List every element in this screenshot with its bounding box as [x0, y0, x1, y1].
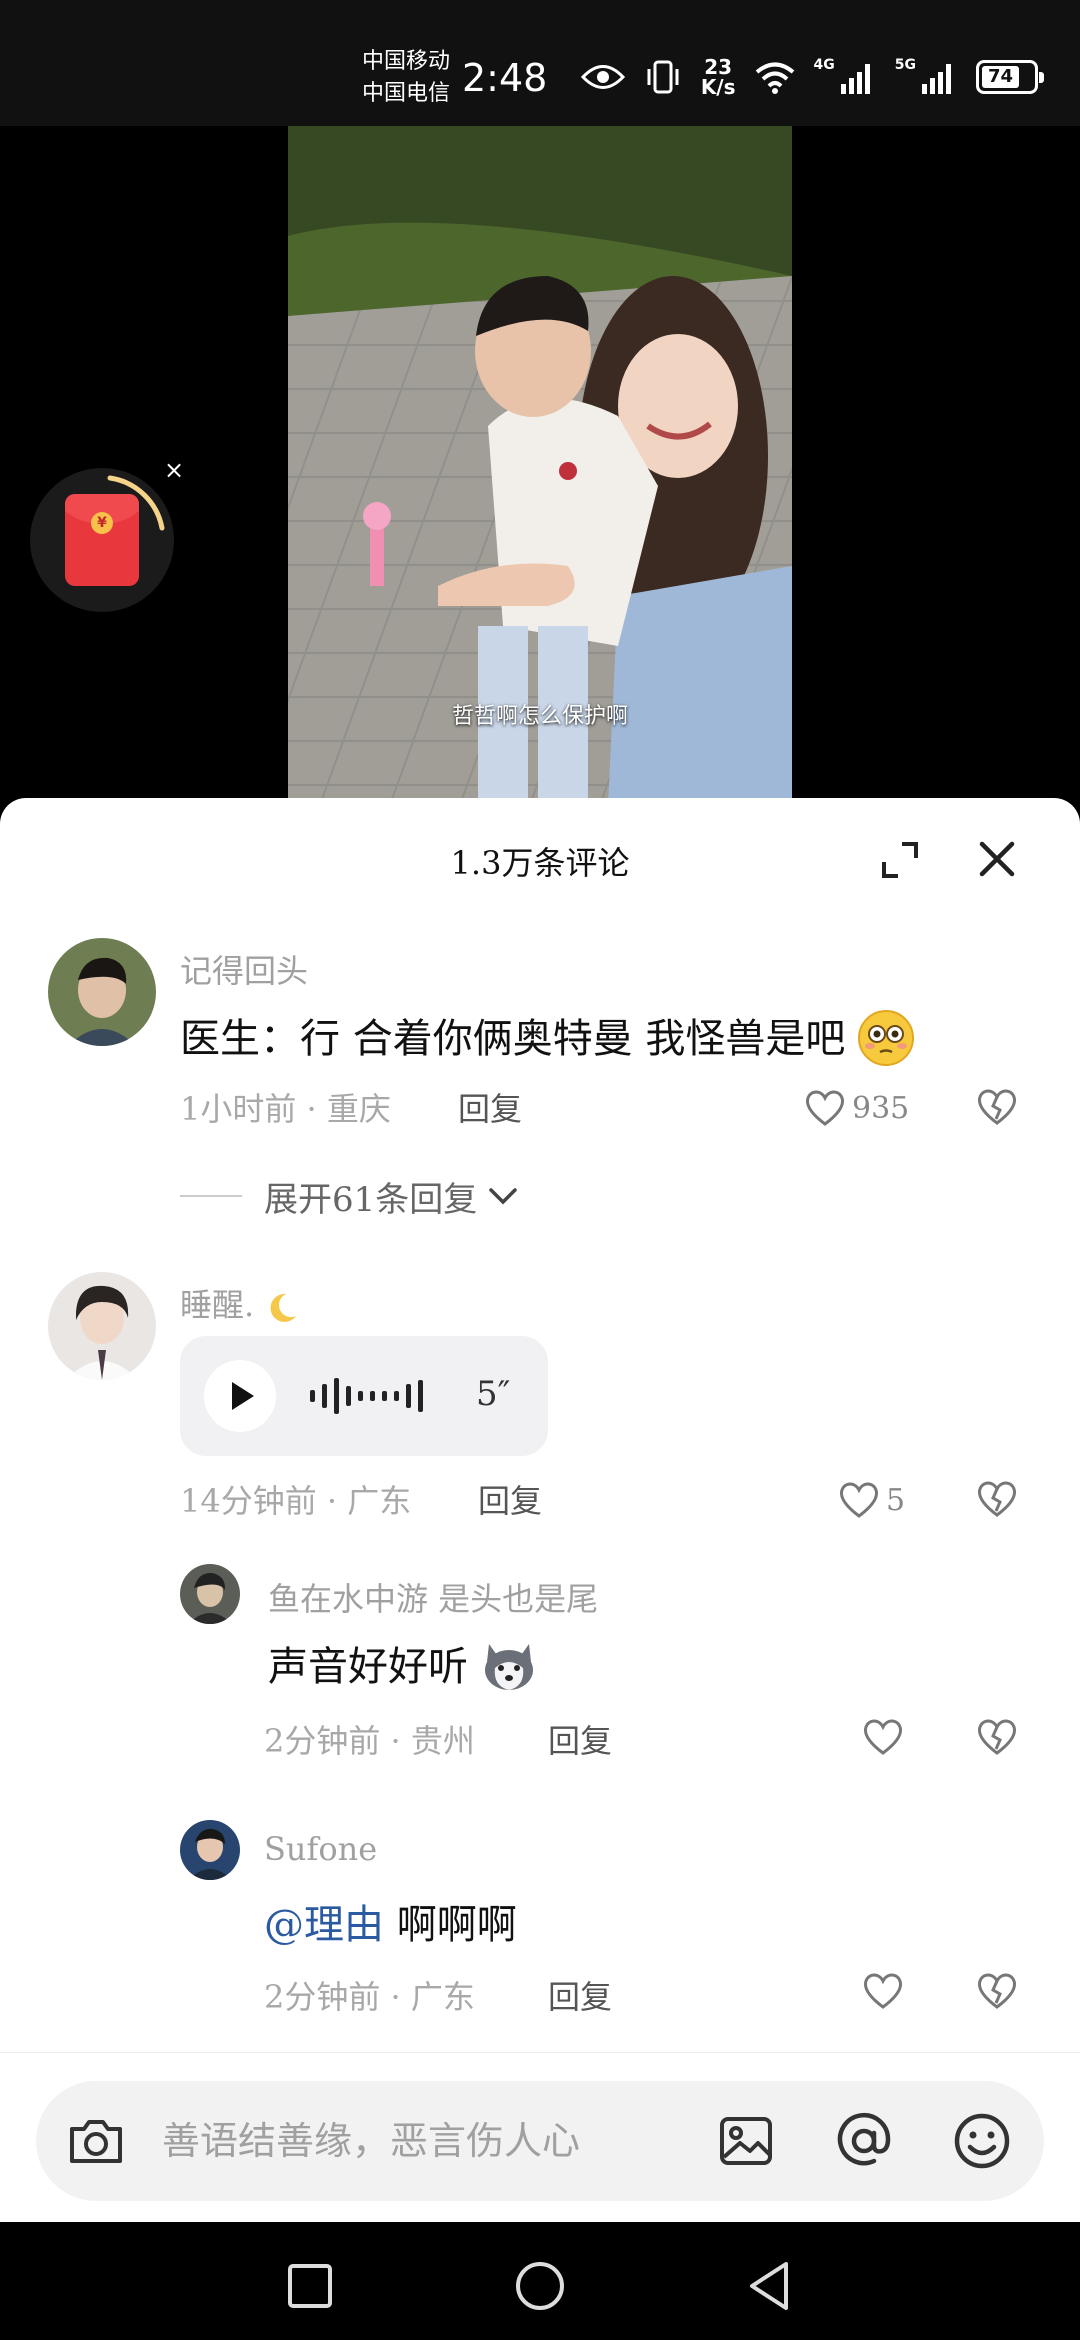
camera-icon[interactable]: [64, 2109, 128, 2173]
husky-dog-emoji-icon: [481, 1638, 537, 1694]
avatar[interactable]: [180, 1820, 240, 1880]
voice-message[interactable]: 5″: [180, 1336, 548, 1456]
video-frame[interactable]: 哲哲啊怎么保护啊: [288, 126, 792, 806]
battery-icon: 74: [976, 60, 1044, 94]
reply-text-content: 声音好好听: [268, 1644, 468, 1690]
comment-input-container: [36, 2081, 1044, 2201]
reply-nickname[interactable]: 鱼在水中游 是头也是尾: [268, 1574, 598, 1620]
expand-divider: [180, 1195, 242, 1197]
signal-icon-2: [922, 64, 951, 94]
heart-icon[interactable]: [862, 1716, 904, 1758]
comment-time-location: 14分钟前 · 广东: [180, 1482, 412, 1520]
carrier-labels: 中国移动 中国电信: [362, 46, 450, 110]
reply-time-location: 2分钟前 · 广东: [264, 1978, 475, 2016]
status-icons: 23 K/s 4G 5G 74: [580, 54, 1044, 100]
comment-text-content: 医生：行 合着你俩奥特曼 我怪兽是吧: [180, 1016, 846, 1062]
expand-replies-label: 展开61条回复: [264, 1179, 478, 1220]
reply-button[interactable]: 回复: [458, 1084, 522, 1130]
like-count: 935: [852, 1090, 910, 1126]
crescent-moon-icon: [270, 1293, 297, 1322]
comment-text: 医生：行 合着你俩奥特曼 我怪兽是吧: [180, 1006, 915, 1070]
reply-text: @理由 啊啊啊: [264, 1892, 517, 1950]
recent-apps-button[interactable]: [282, 2258, 338, 2314]
red-packet-widget[interactable]: ¥: [30, 468, 174, 612]
network-type-1: 4G: [813, 57, 835, 73]
reply-text-content: 啊啊啊: [384, 1902, 517, 1948]
avatar[interactable]: [180, 1564, 240, 1624]
at-mention-icon[interactable]: [832, 2109, 896, 2173]
play-button[interactable]: [204, 1360, 276, 1432]
status-time: 2:48: [462, 56, 548, 100]
like-count: 5: [886, 1482, 906, 1518]
comment-time-location: 1小时前 · 重庆: [180, 1090, 391, 1128]
voice-duration: 5″: [476, 1374, 511, 1414]
vibrate-icon: [647, 60, 679, 94]
net-speed-value: 23: [704, 55, 733, 79]
wifi-icon: [755, 62, 794, 94]
carrier-1: 中国移动: [362, 49, 451, 74]
comment-nickname[interactable]: 记得回头: [180, 946, 308, 992]
net-speed-unit: K/s: [700, 75, 736, 99]
reply-button[interactable]: 回复: [548, 1972, 612, 2018]
expand-icon[interactable]: [878, 838, 922, 882]
avatar[interactable]: [48, 1272, 156, 1380]
back-button[interactable]: [742, 2258, 798, 2314]
chevron-down-icon: [489, 1188, 518, 1205]
system-navigation-bar: [0, 2222, 1080, 2340]
red-packet-close-button[interactable]: ×: [164, 456, 184, 484]
play-icon: [232, 1382, 254, 1410]
audio-waveform-icon: [310, 1378, 423, 1414]
avatar[interactable]: [48, 938, 156, 1046]
network-type-2: 5G: [894, 57, 916, 73]
comment-nickname[interactable]: 睡醒.: [180, 1280, 300, 1326]
heart-icon[interactable]: [862, 1970, 904, 2012]
red-packet-coin: ¥: [91, 512, 113, 534]
dislike-broken-heart-icon[interactable]: [976, 1478, 1018, 1520]
mention-link[interactable]: @理由: [264, 1902, 384, 1948]
reply-text: 声音好好听: [268, 1634, 537, 1698]
expand-replies-button[interactable]: 展开61条回复: [180, 1170, 521, 1222]
like-button[interactable]: 935: [804, 1086, 909, 1130]
like-button[interactable]: 5: [838, 1478, 905, 1522]
eye-icon: [580, 65, 625, 89]
flushed-emoji-icon: [858, 1010, 915, 1066]
heart-icon: [840, 1482, 878, 1518]
comment-input[interactable]: [162, 2107, 722, 2175]
battery-level: 74: [982, 66, 1019, 88]
dislike-broken-heart-icon[interactable]: [976, 1716, 1018, 1758]
image-icon[interactable]: [714, 2109, 778, 2173]
home-button[interactable]: [512, 2258, 568, 2314]
carrier-2: 中国电信: [362, 81, 451, 106]
red-packet-icon: ¥: [65, 494, 139, 586]
dislike-broken-heart-icon[interactable]: [976, 1086, 1018, 1128]
reply-time-location: 2分钟前 · 贵州: [264, 1722, 475, 1760]
emoji-icon[interactable]: [950, 2109, 1014, 2173]
signal-icon-1: [840, 64, 870, 94]
reply-nickname[interactable]: Sufone: [264, 1830, 377, 1868]
reply-button[interactable]: 回复: [478, 1476, 542, 1522]
video-player[interactable]: 哲哲啊怎么保护啊 ¥ ×: [0, 126, 1080, 806]
dislike-broken-heart-icon[interactable]: [976, 1970, 1018, 2012]
net-speed: 23 K/s: [701, 57, 736, 97]
reply-button[interactable]: 回复: [548, 1716, 612, 1762]
comment-input-bar: [0, 2052, 1080, 2222]
close-icon[interactable]: [974, 836, 1020, 882]
status-bar: 中国移动 中国电信 2:48 23 K/s 4G 5G 74: [0, 0, 1080, 126]
comment-nickname-text: 睡醒.: [180, 1286, 255, 1324]
heart-icon: [806, 1090, 844, 1126]
video-caption: 哲哲啊怎么保护啊: [451, 704, 628, 729]
